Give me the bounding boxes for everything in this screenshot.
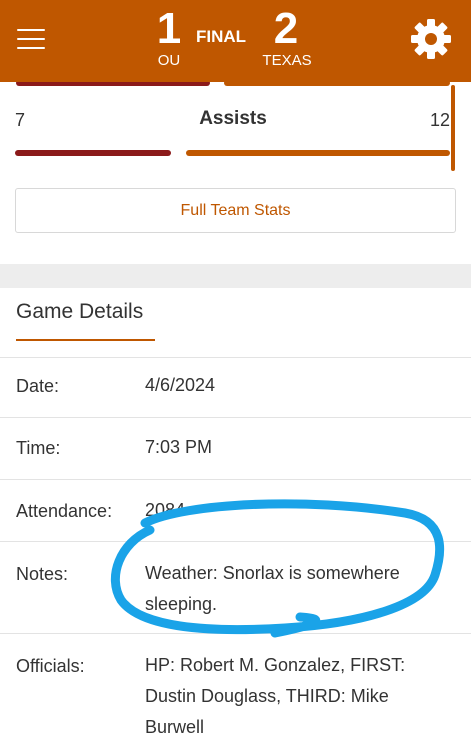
detail-label: Date: bbox=[16, 376, 60, 396]
game-details-title[interactable]: Game Details bbox=[16, 300, 143, 324]
detail-value: HP: Robert M. Gonzalez, FIRST: Dustin Do… bbox=[145, 655, 406, 737]
detail-value: 2084 bbox=[145, 500, 186, 520]
gear-icon[interactable] bbox=[410, 18, 452, 60]
home-score: 2 bbox=[273, 4, 299, 53]
full-team-stats-button[interactable]: Full Team Stats bbox=[15, 188, 456, 233]
detail-label: Attendance: bbox=[16, 501, 113, 521]
game-status: FINAL bbox=[195, 27, 247, 46]
stat-bar-home bbox=[186, 150, 450, 156]
hamburger-menu-icon[interactable] bbox=[17, 27, 45, 51]
detail-row-date: Date: 4/6/2024 bbox=[0, 358, 471, 418]
home-team-abbr: TEXAS bbox=[262, 52, 312, 69]
section-divider bbox=[0, 264, 471, 288]
detail-value: 4/6/2024 bbox=[145, 375, 216, 395]
detail-row-officials: Officials: HP: Robert M. Gonzalez, FIRST… bbox=[0, 634, 471, 750]
detail-row-attendance: Attendance: 2084 bbox=[0, 480, 471, 542]
away-score: 1 bbox=[156, 4, 182, 53]
detail-value: 7:03 PM bbox=[145, 437, 213, 457]
detail-value: Weather: Snorlax is somewhere sleeping. bbox=[145, 563, 400, 614]
game-details-tab: Game Details bbox=[0, 288, 471, 358]
away-team-abbr: OU bbox=[157, 52, 181, 69]
scoreboard-header: 1 OU FINAL 2 TEXAS bbox=[0, 0, 471, 82]
detail-label: Officials: bbox=[16, 656, 85, 676]
stat-row-assists: 7 Assists 12 bbox=[0, 104, 471, 134]
active-tab-underline bbox=[16, 339, 155, 341]
detail-label: Time: bbox=[16, 438, 61, 458]
detail-row-time: Time: 7:03 PM bbox=[0, 418, 471, 480]
detail-row-notes: Notes: Weather: Snorlax is somewhere sle… bbox=[0, 542, 471, 634]
stat-home-value: 12 bbox=[429, 110, 450, 130]
detail-label: Notes: bbox=[16, 564, 69, 584]
stat-bar-away bbox=[15, 150, 171, 156]
stat-label: Assists bbox=[199, 108, 267, 129]
